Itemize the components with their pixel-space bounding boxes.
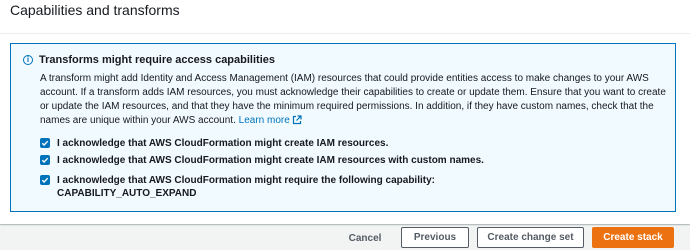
create-stack-button[interactable]: Create stack — [592, 227, 674, 248]
cancel-button[interactable]: Cancel — [345, 228, 385, 249]
info-alert: i Transforms might require access capabi… — [10, 43, 676, 212]
ack-label-line1: I acknowledge that AWS CloudFormation mi… — [57, 175, 435, 186]
panel-header: Capabilities and transforms — [0, 0, 690, 34]
learn-more-link[interactable]: Learn more — [239, 115, 302, 126]
alert-body-text: A transform might add Identity and Acces… — [40, 73, 666, 126]
checkbox-checked-icon[interactable] — [40, 175, 50, 185]
previous-button[interactable]: Previous — [401, 227, 469, 248]
ack-custom-names[interactable]: I acknowledge that AWS CloudFormation mi… — [40, 154, 484, 167]
checkbox-checked-icon[interactable] — [40, 155, 50, 165]
ack-label: I acknowledge that AWS CloudFormation mi… — [57, 155, 484, 166]
ack-auto-expand[interactable]: I acknowledge that AWS CloudFormation mi… — [40, 174, 435, 200]
create-change-set-button[interactable]: Create change set — [477, 227, 584, 248]
learn-more-label: Learn more — [238, 115, 290, 126]
alert-header: i Transforms might require access capabi… — [23, 54, 275, 66]
ack-iam-resources[interactable]: I acknowledge that AWS CloudFormation mi… — [40, 137, 388, 150]
ack-label: I acknowledge that AWS CloudFormation mi… — [57, 138, 389, 149]
capability-name: CAPABILITY_AUTO_EXPAND — [57, 188, 197, 199]
ack-label: I acknowledge that AWS CloudFormation mi… — [57, 174, 435, 200]
info-icon: i — [23, 55, 33, 65]
external-link-icon — [292, 115, 302, 125]
alert-title: Transforms might require access capabili… — [39, 54, 275, 66]
checkbox-checked-icon[interactable] — [40, 138, 50, 148]
capabilities-panel: Capabilities and transforms i Transforms… — [0, 0, 690, 224]
panel-title: Capabilities and transforms — [10, 1, 180, 18]
alert-description: A transform might add Identity and Acces… — [40, 72, 670, 128]
